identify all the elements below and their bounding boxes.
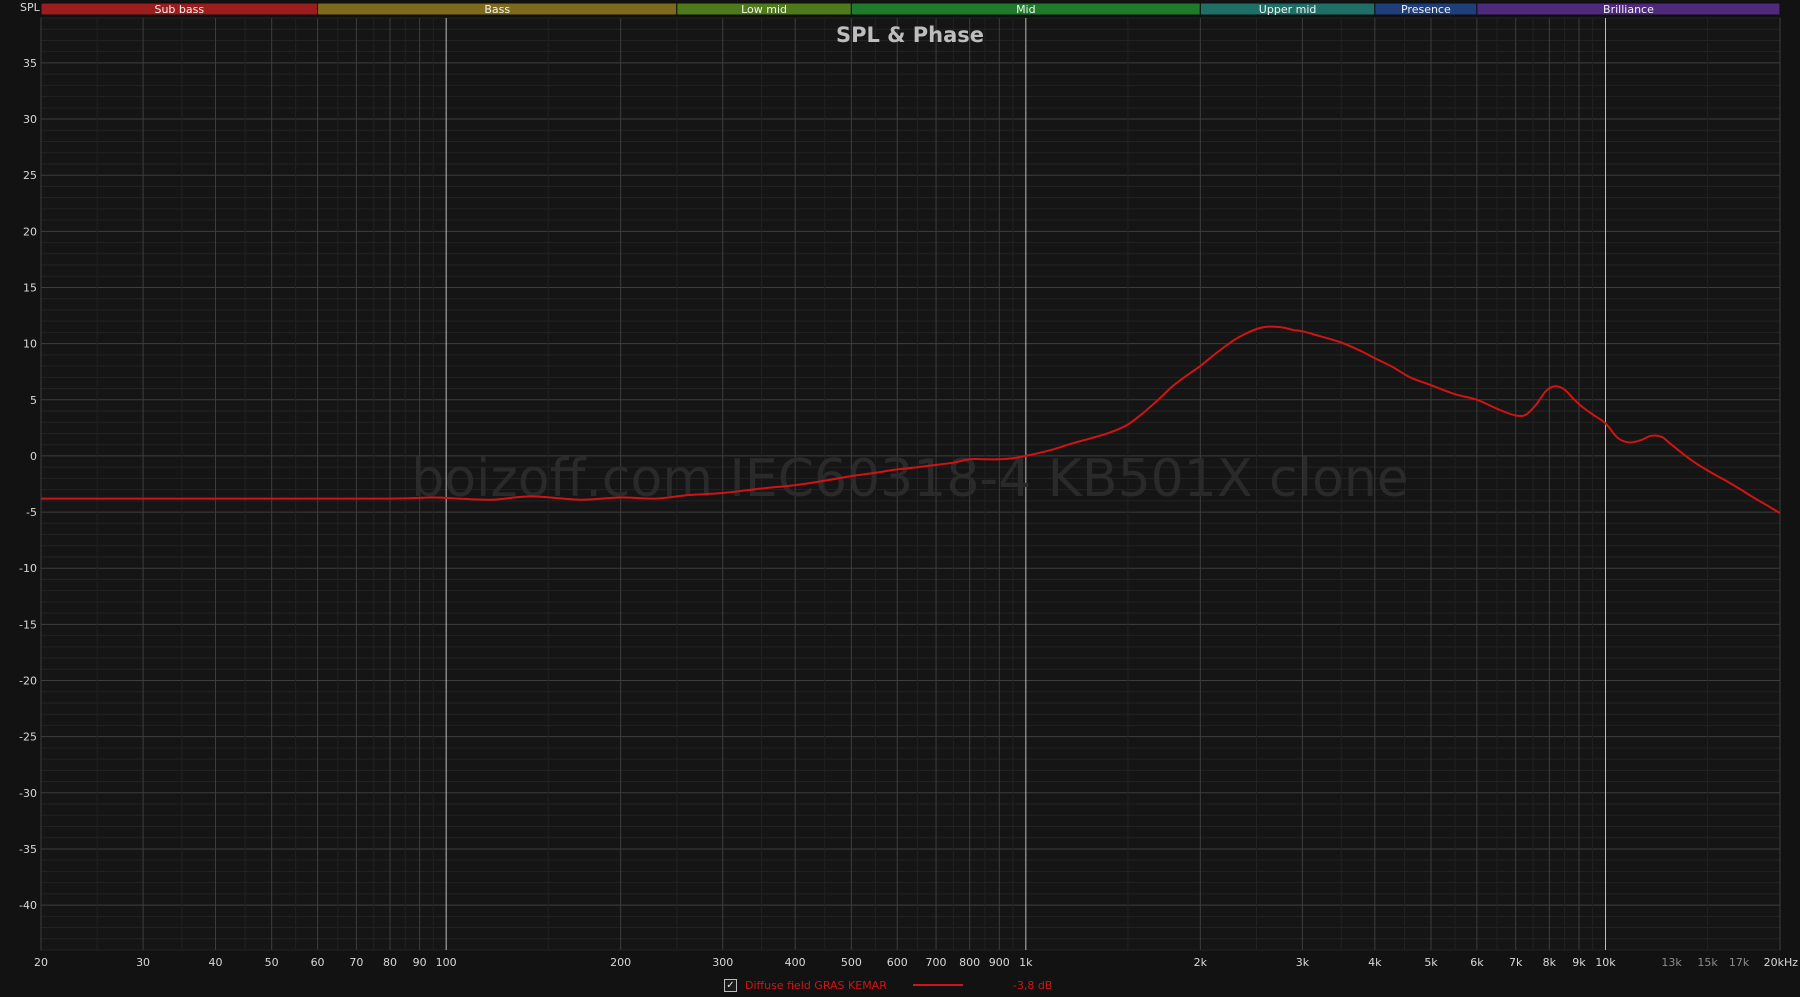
- legend-series-label[interactable]: Diffuse field GRAS KEMAR: [745, 979, 887, 992]
- y-tick-label: -15: [19, 618, 37, 631]
- x-tick-label: 70: [349, 956, 363, 969]
- x-tick-label: 5k: [1424, 956, 1438, 969]
- x-tick-label: 20kHz: [1764, 956, 1799, 969]
- app-window: Sub bass Bass Low mid Mid Upper mid Presence B…: [0, 0, 1800, 997]
- legend-swatch: [912, 984, 963, 986]
- x-tick-label: 1k: [1019, 956, 1033, 969]
- band-label: Bass: [484, 3, 510, 16]
- x-tick-label: 80: [383, 956, 397, 969]
- x-tick-label: 50: [265, 956, 279, 969]
- legend: ✓ Diffuse field GRAS KEMAR -3,8 dB: [724, 975, 1052, 995]
- x-tick-label: 7k: [1509, 956, 1523, 969]
- x-tick-label: 2k: [1194, 956, 1208, 969]
- frequency-band-bar: Sub bass Bass Low mid Mid Upper mid Presence B…: [40, 2, 1781, 16]
- x-tick-label: 30: [136, 956, 150, 969]
- y-tick-label: 25: [23, 169, 37, 182]
- y-tick-label: 5: [30, 394, 37, 407]
- x-tick-label: 500: [841, 956, 862, 969]
- x-tick-label: 900: [989, 956, 1010, 969]
- x-tick-label: 90: [413, 956, 427, 969]
- watermark: boizoff.com IEC60318-4 KB501X clone: [411, 449, 1409, 509]
- x-tick-label: 100: [436, 956, 457, 969]
- x-tick-label: 600: [887, 956, 908, 969]
- y-tick-label: -25: [19, 731, 37, 744]
- x-tick-label: 40: [208, 956, 222, 969]
- x-tick-label: 300: [712, 956, 733, 969]
- y-tick-label: -5: [26, 506, 37, 519]
- band-label: Presence: [1401, 3, 1451, 16]
- y-axis: 35 30 25 20 15 10 5 0 -5 -10 -15 -20 -25 -30 -35 -40: [19, 57, 37, 912]
- x-tick-label: 800: [959, 956, 980, 969]
- band-label: Brilliance: [1603, 3, 1654, 16]
- x-tick-label: 15k: [1697, 956, 1718, 969]
- band-label: Upper mid: [1259, 3, 1317, 16]
- y-tick-label: 15: [23, 281, 37, 294]
- y-tick-label: 35: [23, 57, 37, 70]
- x-tick-label: 10k: [1595, 956, 1616, 969]
- x-tick-label: 4k: [1368, 956, 1382, 969]
- x-tick-label: 20: [34, 956, 48, 969]
- x-tick-label: 700: [926, 956, 947, 969]
- x-tick-label: 400: [785, 956, 806, 969]
- y-tick-label: -40: [19, 899, 37, 912]
- y-tick-label: 30: [23, 113, 37, 126]
- y-tick-label: -35: [19, 843, 37, 856]
- chart-title: SPL & Phase: [836, 23, 984, 47]
- spl-chart: Sub bass Bass Low mid Mid Upper mid Presence B…: [19, 1, 1798, 969]
- x-tick-label: 200: [610, 956, 631, 969]
- y-tick-label: 10: [23, 338, 37, 351]
- y-tick-label: 0: [30, 450, 37, 463]
- x-tick-label: 9k: [1572, 956, 1586, 969]
- x-axis: 20 30 40 50 60 70 80 90 100 200 300 400 500 600 700 800…: [34, 956, 1798, 969]
- band-label: Low mid: [741, 3, 787, 16]
- band-label: Sub bass: [154, 3, 204, 16]
- legend-checkbox[interactable]: ✓: [724, 978, 737, 992]
- legend-value: -3,8 dB: [1012, 978, 1053, 992]
- y-tick-label: 20: [23, 225, 37, 238]
- x-tick-label: 8k: [1543, 956, 1557, 969]
- y-tick-label: -10: [19, 562, 37, 575]
- x-tick-label: 60: [311, 956, 325, 969]
- y-tick-label: -20: [19, 675, 37, 688]
- band-label: Mid: [1016, 3, 1036, 16]
- x-tick-label: 3k: [1296, 956, 1310, 969]
- x-tick-label: 17k: [1729, 956, 1750, 969]
- y-axis-unit-label: SPL: [20, 1, 41, 14]
- x-tick-label: 6k: [1470, 956, 1484, 969]
- x-tick-label: 13k: [1661, 956, 1682, 969]
- y-tick-label: -30: [19, 787, 37, 800]
